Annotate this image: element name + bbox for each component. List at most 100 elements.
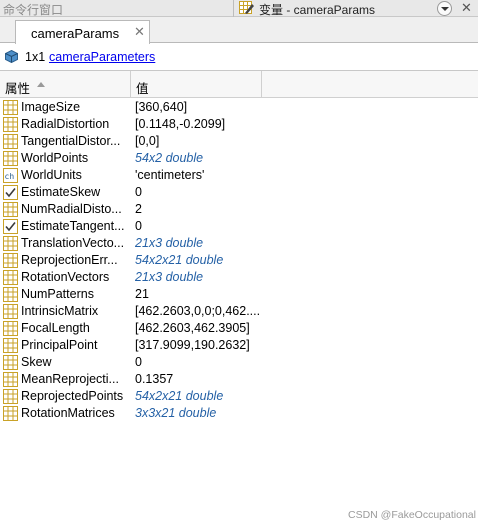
table-row[interactable]: TangentialDistor... [0,0]	[0, 133, 478, 150]
property-value[interactable]: [0.1148,-0.2099]	[135, 117, 260, 131]
table-row[interactable]: Skew 0	[0, 354, 478, 371]
matrix-icon	[3, 253, 18, 268]
table-row[interactable]: RadialDistortion [0.1148,-0.2099]	[0, 116, 478, 133]
column-header-property-label: 属性	[5, 82, 31, 96]
matrix-icon	[3, 117, 18, 132]
variable-dimensions: 1x1	[25, 50, 46, 64]
property-value[interactable]: [360,640]	[135, 100, 260, 114]
property-value[interactable]: 21	[135, 287, 260, 301]
table-row[interactable]: NumRadialDisto... 2	[0, 201, 478, 218]
property-name[interactable]: TangentialDistor...	[21, 134, 129, 148]
table-row[interactable]: ReprojectedPoints 54x2x21 double	[0, 388, 478, 405]
column-header-value[interactable]: 值	[131, 71, 262, 98]
matrix-icon	[3, 151, 18, 166]
table-row[interactable]: ch WorldUnits 'centimeters'	[0, 167, 478, 184]
panel-close-icon[interactable]: ✕	[461, 0, 472, 16]
matrix-icon	[3, 406, 18, 421]
property-value[interactable]: 54x2x21 double	[135, 253, 260, 267]
table-row[interactable]: RotationMatrices 3x3x21 double	[0, 405, 478, 422]
table-row[interactable]: MeanReprojecti... 0.1357	[0, 371, 478, 388]
command-window-title[interactable]: 命令行窗口	[3, 1, 63, 18]
property-value[interactable]: 'centimeters'	[135, 168, 260, 182]
panel-menu-button[interactable]	[437, 1, 452, 16]
property-value[interactable]: 54x2 double	[135, 151, 260, 165]
property-name[interactable]: PrincipalPoint	[21, 338, 129, 352]
table-row[interactable]: IntrinsicMatrix [462.2603,0,0;0,462....	[0, 303, 478, 320]
property-name[interactable]: MeanReprojecti...	[21, 372, 129, 386]
property-value[interactable]: [462.2603,462.3905]	[135, 321, 260, 335]
column-header-empty	[262, 71, 478, 98]
table-row[interactable]: PrincipalPoint [317.9099,190.2632]	[0, 337, 478, 354]
svg-text:ch: ch	[5, 172, 15, 181]
matrix-icon	[3, 355, 18, 370]
property-value[interactable]: 0	[135, 185, 260, 199]
table-row[interactable]: EstimateSkew 0	[0, 184, 478, 201]
property-name[interactable]: WorldUnits	[21, 168, 129, 182]
column-header-property[interactable]: 属性	[0, 71, 131, 98]
properties-table: 属性 值 ImageSize [360,640] RadialDistortion […	[0, 70, 478, 529]
property-name[interactable]: FocalLength	[21, 321, 129, 335]
table-row[interactable]: EstimateTangent... 0	[0, 218, 478, 235]
tab-cameraParams[interactable]: cameraParams ✕	[15, 20, 150, 44]
property-value[interactable]: [0,0]	[135, 134, 260, 148]
property-value[interactable]: 21x3 double	[135, 270, 260, 284]
table-row[interactable]: NumPatterns 21	[0, 286, 478, 303]
property-name[interactable]: NumRadialDisto...	[21, 202, 129, 216]
table-row[interactable]: FocalLength [462.2603,462.3905]	[0, 320, 478, 337]
property-name[interactable]: RadialDistortion	[21, 117, 129, 131]
property-name[interactable]: EstimateTangent...	[21, 219, 129, 233]
property-value[interactable]: 3x3x21 double	[135, 406, 260, 420]
watermark: CSDN @FakeOccupational	[348, 509, 476, 521]
class-link[interactable]: cameraParameters	[49, 50, 155, 64]
property-name[interactable]: ImageSize	[21, 100, 129, 114]
variable-editor-icon	[239, 1, 254, 15]
matrix-icon	[3, 338, 18, 353]
property-name[interactable]: ReprojectionErr...	[21, 253, 129, 267]
tab-label: cameraParams	[31, 26, 120, 41]
sort-ascending-icon	[37, 82, 45, 87]
table-header: 属性 值	[0, 71, 478, 98]
property-value[interactable]: 0	[135, 355, 260, 369]
matrix-icon	[3, 372, 18, 387]
matrix-icon	[3, 270, 18, 285]
logical-icon	[3, 185, 18, 200]
property-name[interactable]: EstimateSkew	[21, 185, 129, 199]
property-value[interactable]: [462.2603,0,0;0,462....	[135, 304, 260, 318]
property-name[interactable]: IntrinsicMatrix	[21, 304, 129, 318]
object-cube-icon	[5, 50, 18, 63]
property-name[interactable]: ReprojectedPoints	[21, 389, 129, 403]
property-name[interactable]: RotationMatrices	[21, 406, 129, 420]
table-row[interactable]: RotationVectors 21x3 double	[0, 269, 478, 286]
char-icon: ch	[3, 168, 18, 183]
variable-info-row: 1x1 cameraParameters	[0, 44, 478, 70]
table-row[interactable]: ReprojectionErr... 54x2x21 double	[0, 252, 478, 269]
table-body: ImageSize [360,640] RadialDistortion [0.114…	[0, 99, 478, 422]
property-name[interactable]: TranslationVecto...	[21, 236, 129, 250]
property-value[interactable]: 54x2x21 double	[135, 389, 260, 403]
matrix-icon	[3, 389, 18, 404]
property-value[interactable]: 0	[135, 219, 260, 233]
matrix-icon	[3, 287, 18, 302]
tab-bar: cameraParams ✕	[0, 17, 478, 44]
property-value[interactable]: 21x3 double	[135, 236, 260, 250]
property-value[interactable]: [317.9099,190.2632]	[135, 338, 260, 352]
table-row[interactable]: ImageSize [360,640]	[0, 99, 478, 116]
property-value[interactable]: 0.1357	[135, 372, 260, 386]
matrix-icon	[3, 134, 18, 149]
table-row[interactable]: TranslationVecto... 21x3 double	[0, 235, 478, 252]
property-name[interactable]: RotationVectors	[21, 270, 129, 284]
column-header-value-label: 值	[136, 82, 149, 96]
variable-editor-title: 变量 - cameraParams	[259, 3, 376, 17]
property-name[interactable]: WorldPoints	[21, 151, 129, 165]
tab-close-icon[interactable]: ✕	[134, 24, 145, 40]
panel-divider	[233, 0, 234, 17]
logical-icon	[3, 219, 18, 234]
property-name[interactable]: Skew	[21, 355, 129, 369]
property-value[interactable]: 2	[135, 202, 260, 216]
matrix-icon	[3, 100, 18, 115]
matrix-icon	[3, 202, 18, 217]
property-name[interactable]: NumPatterns	[21, 287, 129, 301]
table-row[interactable]: WorldPoints 54x2 double	[0, 150, 478, 167]
matrix-icon	[3, 304, 18, 319]
matrix-icon	[3, 236, 18, 251]
